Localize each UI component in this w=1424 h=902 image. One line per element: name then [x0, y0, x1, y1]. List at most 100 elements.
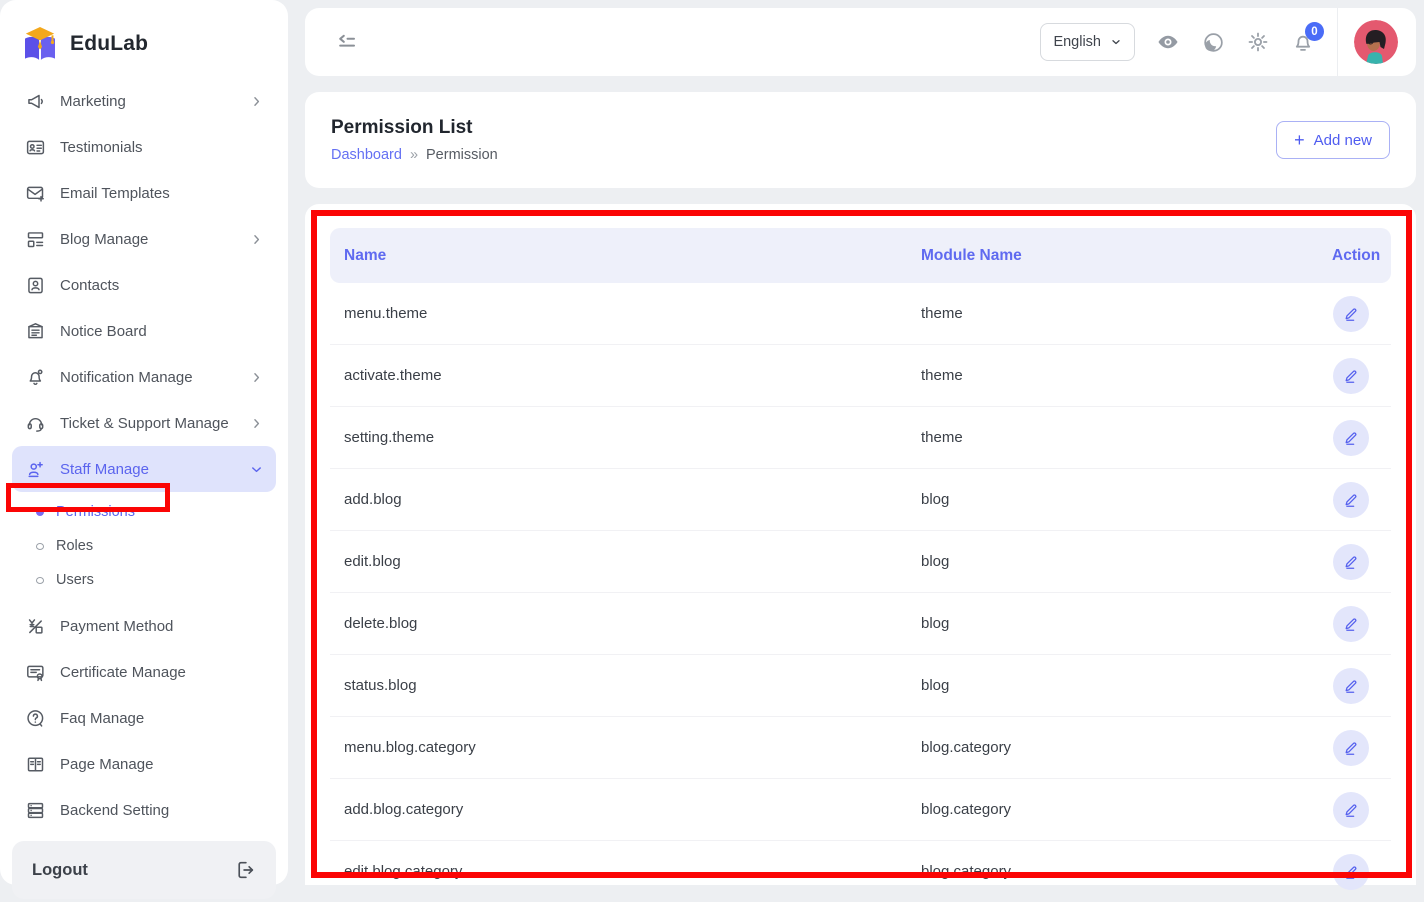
- edit-button[interactable]: [1333, 668, 1369, 704]
- cell-action: [1332, 482, 1391, 518]
- brand-name: EduLab: [70, 32, 148, 56]
- cell-name: delete.blog: [330, 615, 907, 632]
- user-plus-icon: [24, 458, 46, 480]
- sidebar: EduLab Marketing Testimonials Email Temp…: [0, 0, 288, 885]
- cell-name: add.blog: [330, 491, 907, 508]
- cell-name: menu.theme: [330, 305, 907, 322]
- cell-action: [1332, 606, 1391, 642]
- cell-name: activate.theme: [330, 367, 907, 384]
- cell-module: theme: [907, 429, 1332, 446]
- cell-module: theme: [907, 305, 1332, 322]
- sidebar-item-contacts[interactable]: Contacts: [12, 262, 276, 308]
- cell-module: blog: [907, 553, 1332, 570]
- cell-module: blog.category: [907, 801, 1332, 818]
- sidebar-subitem-permissions[interactable]: Permissions: [12, 495, 276, 529]
- edit-button[interactable]: [1333, 420, 1369, 456]
- edit-button[interactable]: [1333, 296, 1369, 332]
- table-row: add.blog.category blog.category: [330, 779, 1391, 841]
- table-row: edit.blog blog: [330, 531, 1391, 593]
- pencil-icon: [1343, 739, 1360, 756]
- dark-mode-moon-icon[interactable]: [1201, 30, 1225, 54]
- page-header: Permission List Dashboard » Permission +…: [305, 92, 1416, 188]
- column-header-action: Action: [1332, 247, 1394, 265]
- language-select[interactable]: English: [1040, 23, 1135, 61]
- sidebar-item-blog-manage[interactable]: Blog Manage: [12, 216, 276, 262]
- cell-action: [1332, 358, 1391, 394]
- notification-bell-icon[interactable]: 0: [1291, 30, 1315, 54]
- cell-name: status.blog: [330, 677, 907, 694]
- cell-action: [1332, 854, 1391, 890]
- breadcrumb-current: Permission: [426, 147, 498, 163]
- sidebar-subitem-users[interactable]: Users: [12, 563, 276, 597]
- chevron-down-icon: [1110, 36, 1122, 48]
- edit-button[interactable]: [1333, 730, 1369, 766]
- edit-button[interactable]: [1333, 482, 1369, 518]
- sidebar-item-faq-manage[interactable]: Faq Manage: [12, 695, 276, 741]
- cell-name: menu.blog.category: [330, 739, 907, 756]
- cell-module: theme: [907, 367, 1332, 384]
- blog-layout-icon: [24, 228, 46, 250]
- email-plus-icon: [24, 182, 46, 204]
- cell-action: [1332, 668, 1391, 704]
- edit-button[interactable]: [1333, 792, 1369, 828]
- settings-gear-icon[interactable]: [1246, 30, 1270, 54]
- bullet-icon: [36, 543, 44, 550]
- user-avatar[interactable]: [1354, 20, 1398, 64]
- column-header-name: Name: [330, 247, 907, 265]
- table-body: menu.theme theme activate.theme theme se…: [330, 283, 1391, 902]
- logout-button[interactable]: Logout: [12, 841, 276, 899]
- bullet-icon: [36, 577, 44, 584]
- table-row: menu.blog.category blog.category: [330, 717, 1391, 779]
- sidebar-item-certificate-manage[interactable]: Certificate Manage: [12, 649, 276, 695]
- cell-module: blog.category: [907, 739, 1332, 756]
- staff-manage-submenu: Permissions Roles Users: [12, 492, 276, 599]
- pencil-icon: [1343, 677, 1360, 694]
- table-row: status.blog blog: [330, 655, 1391, 717]
- sidebar-item-payment-method[interactable]: Payment Method: [12, 603, 276, 649]
- edit-button[interactable]: [1333, 358, 1369, 394]
- cell-module: blog: [907, 615, 1332, 632]
- table-row: delete.blog blog: [330, 593, 1391, 655]
- sidebar-item-page-manage[interactable]: Page Manage: [12, 741, 276, 787]
- sidebar-item-testimonials[interactable]: Testimonials: [12, 124, 276, 170]
- chevron-right-icon: [249, 416, 264, 431]
- certificate-icon: [24, 661, 46, 683]
- notice-board-icon: [24, 320, 46, 342]
- sidebar-item-marketing[interactable]: Marketing: [12, 78, 276, 124]
- bullet-icon: [36, 508, 44, 516]
- sidebar-item-ticket-support-manage[interactable]: Ticket & Support Manage: [12, 400, 276, 446]
- sidebar-collapse-icon[interactable]: [335, 30, 359, 54]
- sidebar-item-email-templates[interactable]: Email Templates: [12, 170, 276, 216]
- edit-button[interactable]: [1333, 854, 1369, 890]
- add-new-label: Add new: [1314, 132, 1372, 149]
- breadcrumb: Dashboard » Permission: [331, 147, 498, 163]
- logout-icon: [234, 859, 256, 881]
- edit-button[interactable]: [1333, 544, 1369, 580]
- edit-button[interactable]: [1333, 606, 1369, 642]
- cell-action: [1332, 792, 1391, 828]
- breadcrumb-dashboard-link[interactable]: Dashboard: [331, 147, 402, 163]
- cell-action: [1332, 544, 1391, 580]
- chevron-right-icon: [249, 370, 264, 385]
- notification-badge: 0: [1305, 22, 1324, 41]
- sidebar-item-notice-board[interactable]: Notice Board: [12, 308, 276, 354]
- logout-label: Logout: [32, 861, 88, 880]
- cell-module: blog.category: [907, 863, 1332, 880]
- sidebar-item-staff-manage[interactable]: Staff Manage: [12, 446, 276, 492]
- table-row: edit.blog.category blog.category: [330, 841, 1391, 902]
- cell-action: [1332, 730, 1391, 766]
- page-columns-icon: [24, 753, 46, 775]
- server-stack-icon: [24, 799, 46, 821]
- sidebar-item-notification-manage[interactable]: Notification Manage: [12, 354, 276, 400]
- edulab-logo-icon: [20, 26, 60, 63]
- brand-logo[interactable]: EduLab: [20, 24, 268, 64]
- chevron-right-icon: [249, 94, 264, 109]
- eye-icon[interactable]: [1156, 30, 1180, 54]
- sidebar-subitem-roles[interactable]: Roles: [12, 529, 276, 563]
- breadcrumb-separator: »: [410, 147, 418, 163]
- currency-exchange-icon: [24, 615, 46, 637]
- table-row: add.blog blog: [330, 469, 1391, 531]
- sidebar-item-backend-setting[interactable]: Backend Setting: [12, 787, 276, 833]
- pencil-icon: [1343, 863, 1360, 880]
- add-new-button[interactable]: + Add new: [1276, 121, 1390, 159]
